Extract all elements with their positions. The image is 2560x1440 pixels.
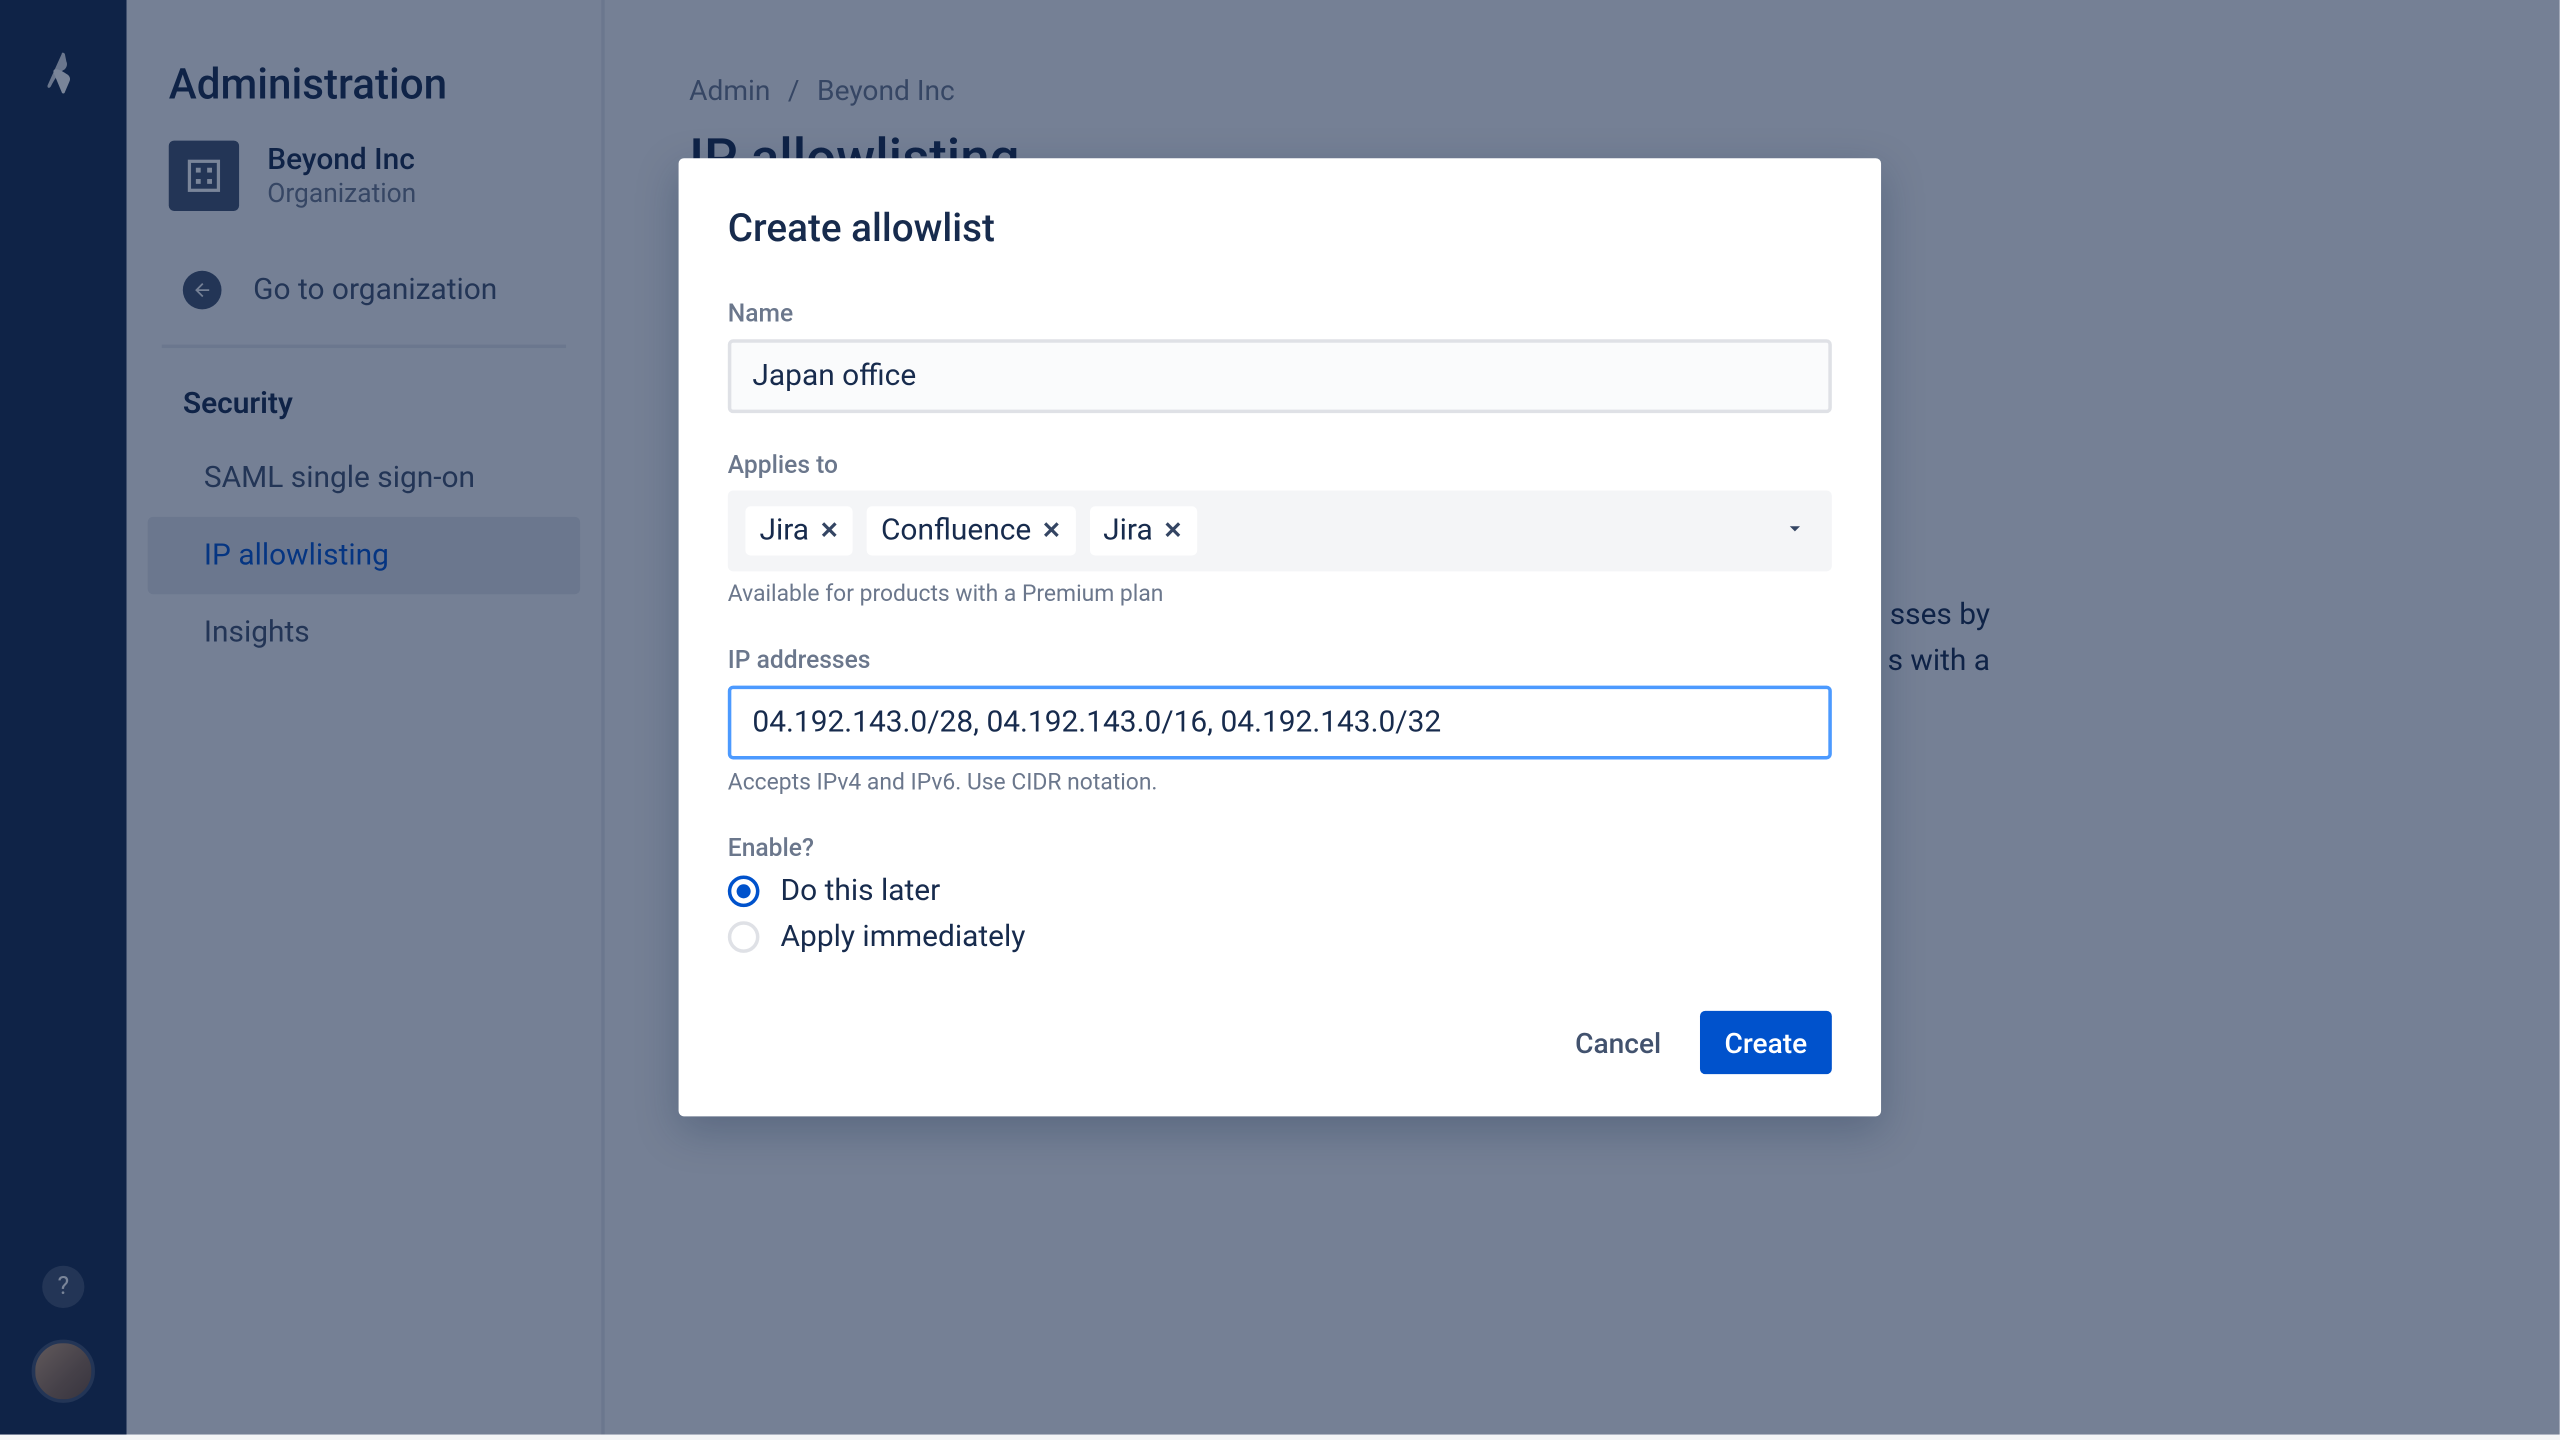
remove-chip-icon[interactable]: ✕	[1042, 518, 1061, 544]
chip-jira-2: Jira ✕	[1089, 506, 1196, 555]
modal-title: Create allowlist	[728, 207, 1832, 251]
remove-chip-icon[interactable]: ✕	[820, 518, 839, 544]
ip-addresses-label: IP addresses	[728, 647, 1832, 675]
name-label: Name	[728, 301, 1832, 329]
enable-label: Enable?	[728, 835, 1832, 863]
create-button[interactable]: Create	[1700, 1011, 1832, 1074]
applies-help-text: Available for products with a Premium pl…	[728, 582, 1832, 608]
remove-chip-icon[interactable]: ✕	[1163, 518, 1182, 544]
radio-icon	[728, 921, 760, 953]
radio-apply-immediately[interactable]: Apply immediately	[728, 919, 1832, 954]
chip-jira: Jira ✕	[745, 506, 852, 555]
chip-confluence: Confluence ✕	[867, 506, 1075, 555]
radio-icon	[728, 875, 760, 907]
ip-help-text: Accepts IPv4 and IPv6. Use CIDR notation…	[728, 770, 1832, 796]
create-allowlist-modal: Create allowlist Name Applies to Jira ✕ …	[679, 158, 1881, 1116]
applies-to-label: Applies to	[728, 452, 1832, 480]
applies-to-select[interactable]: Jira ✕ Confluence ✕ Jira ✕	[728, 490, 1832, 571]
radio-do-later[interactable]: Do this later	[728, 874, 1832, 909]
cancel-button[interactable]: Cancel	[1551, 1011, 1686, 1074]
ip-addresses-input[interactable]	[728, 686, 1832, 760]
chevron-down-icon	[1783, 514, 1808, 547]
name-input[interactable]	[728, 339, 1832, 413]
